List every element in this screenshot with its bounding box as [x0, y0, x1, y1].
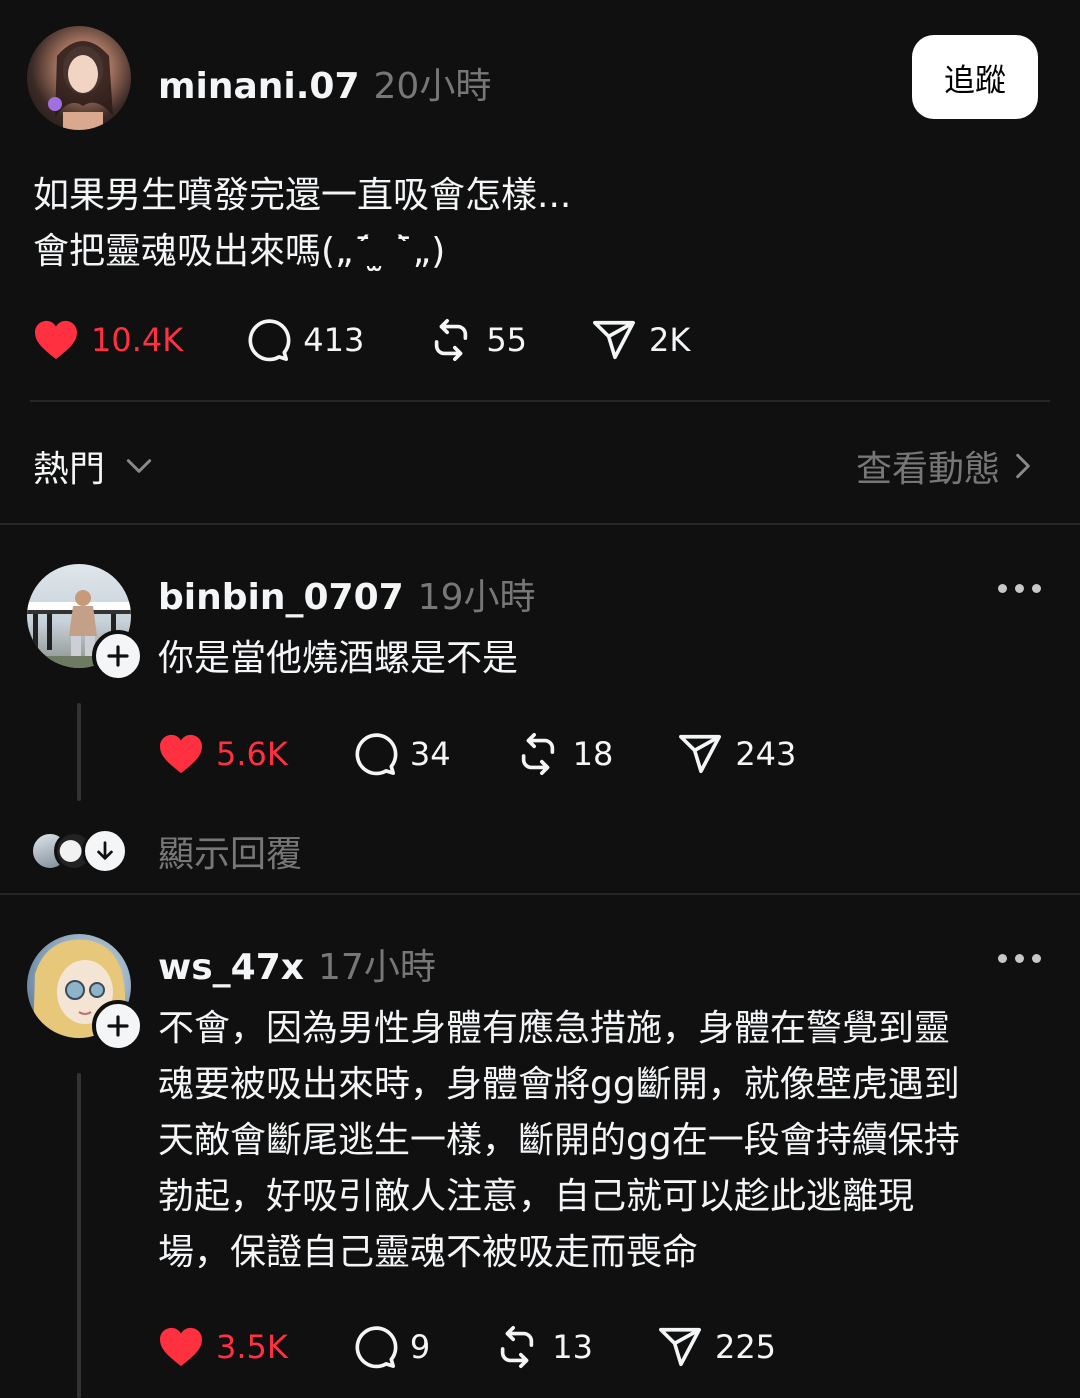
reply-text-line: 天敵會斷尾逃生一樣，斷開的gg在一段會持續保持	[158, 1120, 960, 1161]
post-username[interactable]: minani.07	[158, 66, 360, 107]
reply-actions: 5.6K 34 18 243	[158, 730, 796, 778]
post-text-line: 會把靈魂吸出來嗎(„ˊ̄ ̫ ˋ̄„)	[33, 231, 446, 272]
comment-icon	[355, 733, 398, 776]
reply-actions: 3.5K 9 13 225	[158, 1323, 776, 1371]
view-activity-link[interactable]: 查看動態	[856, 440, 1034, 492]
post-text: 如果男生噴發完還一直吸會怎樣... 會把靈魂吸出來嗎(„ˊ̄ ̫ ˋ̄„)	[33, 168, 1033, 280]
thread-line	[77, 703, 81, 801]
post-header: minani.07 20小時	[158, 57, 491, 109]
comment-button[interactable]: 9	[352, 1324, 430, 1370]
plus-icon	[107, 1015, 129, 1037]
like-button[interactable]: 3.5K	[158, 1326, 288, 1368]
post-actions: 10.4K 413 55 2K	[33, 316, 690, 364]
more-options-button[interactable]	[998, 954, 1041, 963]
like-count: 5.6K	[216, 735, 288, 773]
repost-button[interactable]: 55	[428, 317, 527, 363]
reply-username[interactable]: binbin_0707	[158, 577, 404, 618]
reply-text-line: 不會，因為男性身體有應急措施，身體在警覺到靈	[158, 1008, 951, 1049]
plus-icon	[107, 645, 129, 667]
comment-button[interactable]: 413	[245, 317, 364, 363]
repost-icon	[435, 319, 468, 361]
follow-plus-button[interactable]	[92, 630, 144, 682]
share-count: 225	[714, 1328, 777, 1366]
arrow-down-icon	[97, 841, 113, 860]
avatar-image	[48, 41, 113, 130]
post-divider	[30, 400, 1050, 402]
chevron-right-icon	[1016, 453, 1030, 479]
show-replies-label: 顯示回覆	[158, 834, 303, 875]
reply-text: 你是當他燒酒螺是不是	[158, 638, 519, 679]
more-icon-dot	[1015, 584, 1024, 593]
like-button[interactable]: 5.6K	[158, 733, 288, 775]
share-count: 2K	[649, 321, 691, 359]
follow-button[interactable]: 追蹤	[912, 35, 1038, 119]
repost-count: 13	[552, 1328, 593, 1366]
section-divider	[0, 893, 1080, 895]
reply-time: 19小時	[417, 577, 536, 618]
reply-text-line: 場，保證自己靈魂不被吸走而喪命	[158, 1232, 699, 1273]
repost-count: 55	[486, 321, 528, 359]
more-options-button[interactable]	[998, 584, 1041, 593]
heart-icon	[35, 320, 77, 360]
more-icon-dot	[998, 584, 1007, 593]
repost-icon	[521, 733, 554, 775]
reply-time: 17小時	[318, 947, 436, 988]
comment-button[interactable]: 34	[352, 731, 451, 777]
like-count: 3.5K	[216, 1328, 288, 1366]
share-icon	[593, 320, 636, 360]
reply-avatars-stack	[30, 828, 130, 874]
share-icon	[679, 734, 722, 774]
comment-count: 34	[409, 735, 451, 773]
section-divider	[0, 523, 1080, 525]
reply-header: binbin_0707 19小時	[158, 568, 535, 620]
like-count: 10.4K	[91, 321, 184, 359]
repost-button[interactable]: 13	[494, 1324, 593, 1370]
repost-count: 18	[572, 735, 614, 773]
reply-text-line: 魂要被吸出來時，身體會將gg斷開，就像壁虎遇到	[158, 1064, 960, 1105]
comment-count: 413	[303, 321, 365, 359]
thread-line	[77, 1073, 81, 1398]
more-icon-dot	[1015, 954, 1024, 963]
more-icon-dot	[1032, 954, 1041, 963]
post-text-line: 如果男生噴發完還一直吸會怎樣...	[33, 175, 572, 216]
more-icon-dot	[1032, 584, 1041, 593]
show-replies-button[interactable]: 顯示回覆	[30, 825, 302, 877]
repost-button[interactable]: 18	[515, 731, 614, 777]
reply-text-line: 勃起，好吸引敵人注意，自己就可以趁此逃離現	[158, 1176, 915, 1217]
heart-icon	[160, 734, 202, 774]
reply-header: ws_47x 17小時	[158, 938, 436, 990]
chevron-down-icon	[126, 459, 152, 473]
reply-text: 不會，因為男性身體有應急措施，身體在警覺到靈 魂要被吸出來時，身體會將gg斷開，…	[158, 1001, 1058, 1281]
sort-dropdown[interactable]: 熱門	[33, 440, 155, 492]
post-time: 20小時	[373, 66, 492, 107]
more-icon-dot	[998, 954, 1007, 963]
reply-username[interactable]: ws_47x	[158, 947, 304, 988]
follow-plus-button[interactable]	[92, 1000, 144, 1052]
arrow-down-button	[82, 828, 128, 874]
share-count: 243	[735, 735, 797, 773]
comment-count: 9	[409, 1328, 431, 1366]
share-button[interactable]: 2K	[591, 317, 690, 363]
sort-label: 熱門	[33, 449, 106, 490]
heart-icon	[160, 1327, 202, 1367]
comment-icon	[248, 319, 291, 362]
share-icon	[658, 1327, 701, 1367]
repost-icon	[501, 1326, 534, 1368]
comment-icon	[355, 1326, 398, 1369]
share-button[interactable]: 225	[657, 1324, 776, 1370]
share-button[interactable]: 243	[677, 731, 796, 777]
post-author-avatar[interactable]	[27, 26, 131, 130]
like-button[interactable]: 10.4K	[33, 319, 183, 361]
view-activity-label: 查看動態	[855, 449, 1000, 490]
follow-button-label: 追蹤	[944, 62, 1006, 99]
